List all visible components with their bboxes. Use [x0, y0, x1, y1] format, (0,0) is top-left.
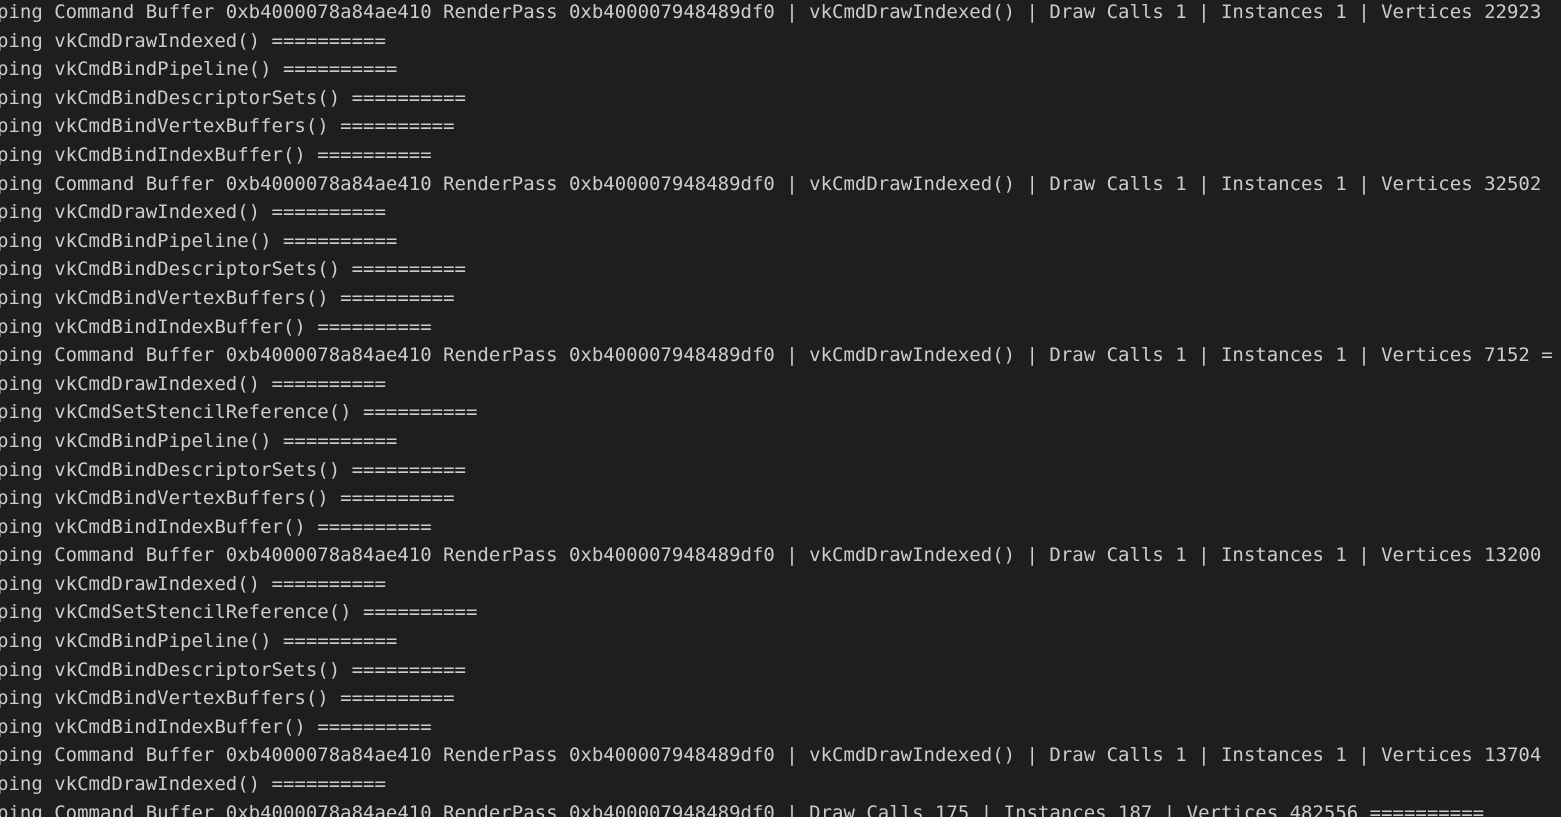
- log-line: ping vkCmdBindVertexBuffers() ==========: [0, 115, 455, 138]
- log-line: ping Command Buffer 0xb4000078a84ae410 R…: [0, 1, 1542, 23]
- log-line: ping vkCmdBindIndexBuffer() ==========: [0, 515, 432, 538]
- log-line: ping vkCmdBindVertexBuffers() ==========: [0, 487, 455, 510]
- log-line: ping Command Buffer 0xb4000078a84ae410 R…: [0, 801, 1485, 817]
- log-line: ping vkCmdDrawIndexed() ==========: [0, 773, 386, 796]
- log-line: ping Command Buffer 0xb4000078a84ae410 R…: [0, 744, 1542, 767]
- log-line: ping vkCmdBindDescriptorSets() =========…: [0, 86, 466, 109]
- log-line: ping vkCmdSetStencilReference() ========…: [0, 401, 478, 424]
- log-line: ping vkCmdBindPipeline() ==========: [0, 630, 398, 653]
- log-line: ping vkCmdBindIndexBuffer() ==========: [0, 315, 432, 338]
- log-line: ping vkCmdBindPipeline() ==========: [0, 58, 398, 81]
- log-line: ping vkCmdBindDescriptorSets() =========…: [0, 258, 466, 281]
- log-line: ping vkCmdBindVertexBuffers() ==========: [0, 286, 455, 309]
- log-line: ping Command Buffer 0xb4000078a84ae410 R…: [0, 344, 1553, 367]
- log-line: ping vkCmdBindVertexBuffers() ==========: [0, 687, 455, 710]
- log-line: ping vkCmdBindDescriptorSets() =========…: [0, 458, 466, 481]
- log-line: ping vkCmdBindPipeline() ==========: [0, 229, 398, 252]
- log-line: ping vkCmdSetStencilReference() ========…: [0, 601, 478, 624]
- log-line: ping vkCmdBindIndexBuffer() ==========: [0, 143, 432, 166]
- terminal-output[interactable]: ping Command Buffer 0xb4000078a84ae410 R…: [0, 0, 1561, 817]
- log-line: ping vkCmdBindPipeline() ==========: [0, 429, 398, 452]
- log-line: ping vkCmdDrawIndexed() ==========: [0, 29, 386, 52]
- log-line: ping Command Buffer 0xb4000078a84ae410 R…: [0, 172, 1542, 195]
- terminal-lines: ping Command Buffer 0xb4000078a84ae410 R…: [0, 0, 1561, 817]
- log-line: ping vkCmdBindDescriptorSets() =========…: [0, 658, 466, 681]
- log-line: ping vkCmdBindIndexBuffer() ==========: [0, 715, 432, 738]
- log-line: ping vkCmdDrawIndexed() ==========: [0, 201, 386, 224]
- log-line: ping vkCmdDrawIndexed() ==========: [0, 572, 386, 595]
- log-line: ping Command Buffer 0xb4000078a84ae410 R…: [0, 544, 1542, 567]
- log-line: ping vkCmdDrawIndexed() ==========: [0, 372, 386, 395]
